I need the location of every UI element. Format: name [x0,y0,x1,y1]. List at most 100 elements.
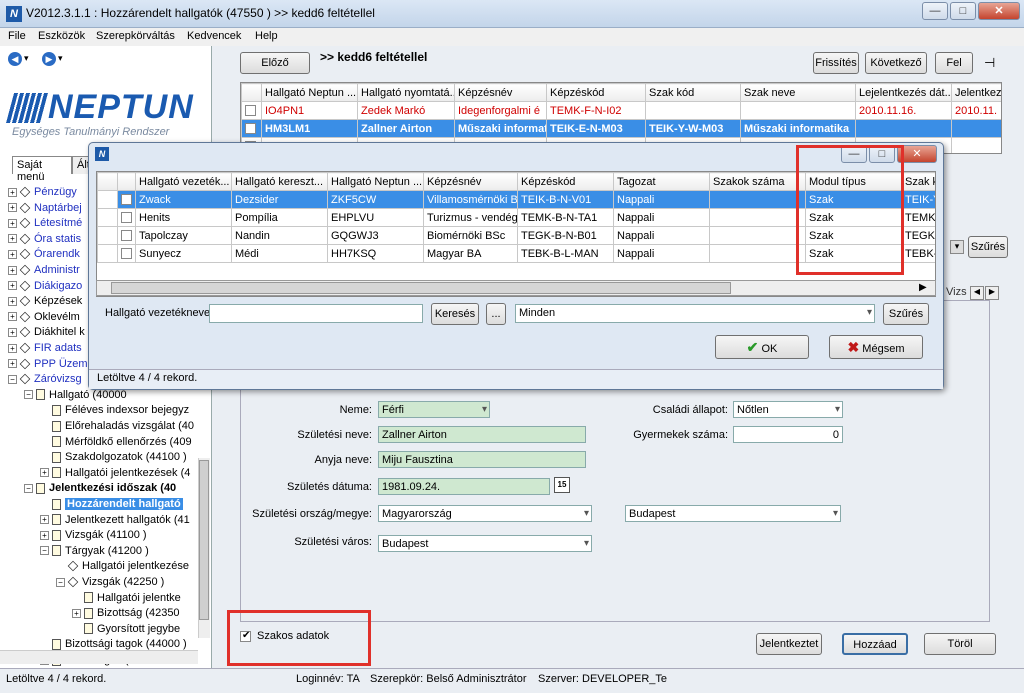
back-dropdown-icon[interactable]: ▾ [24,53,29,64]
tree-hscrollbar[interactable] [0,650,198,664]
expand-icon[interactable]: + [8,187,17,197]
tree-item[interactable]: + Vizsgák (41100 ) [40,527,147,543]
search-button[interactable]: Keresés [431,303,479,325]
expand-icon[interactable]: + [8,327,17,337]
tree-scrollbar-thumb[interactable] [199,460,209,620]
column-header[interactable]: Lejelentkezés dát... [855,83,952,102]
column-header[interactable]: Jelentkez [951,83,1001,102]
collapse-icon[interactable]: − [24,483,33,493]
filter-select[interactable]: Minden [515,304,875,323]
column-header[interactable]: Képzésnév [454,83,547,102]
forward-icon[interactable]: ▶ [42,52,56,66]
up-button[interactable]: Fel [935,52,973,74]
collapse-icon[interactable]: − [40,546,49,556]
column-header[interactable]: Képzéskód [546,83,646,102]
tree-item[interactable]: Előrehaladás vizsgálat (40 [40,418,194,434]
column-header[interactable]: Hallgató Neptun ... [261,83,358,102]
right-dropdown-icon[interactable]: ▾ [950,240,964,254]
tree-item[interactable]: − Vizsgák (42250 ) [56,574,164,590]
collapse-icon[interactable]: − [24,390,33,400]
row-select-cell[interactable] [117,226,136,245]
row-checkbox[interactable] [121,248,132,260]
tree-item[interactable]: + Naptárbej [8,200,82,216]
tree-item[interactable]: + Diákigazo [8,278,82,294]
right-filter-button[interactable]: Szűrés [968,236,1008,258]
row-select-cell[interactable] [117,190,136,209]
expand-icon[interactable]: + [8,296,17,306]
ellipsis-button[interactable]: ... [486,303,506,325]
tree-item[interactable]: + Hallgatói jelentkezések (4 [40,465,190,481]
tree-item[interactable]: + Képzések [8,293,82,309]
pin-icon[interactable]: ⊣ [984,55,995,71]
tree-item[interactable]: − Záróvizsg [8,371,82,387]
column-header[interactable]: Hallgató vezeték... [135,172,232,191]
mother-name-field[interactable]: Miju Fausztina [378,451,586,468]
expand-icon[interactable]: + [8,359,17,369]
expand-icon[interactable]: + [8,281,17,291]
expand-icon[interactable]: + [8,312,17,322]
table-row[interactable]: HM3LM1 Zallner Airton Műszaki informat TEIK… [241,119,1001,138]
minimize-button[interactable]: — [922,2,948,20]
column-header[interactable]: Tagozat [613,172,710,191]
row-checkbox[interactable] [121,194,132,206]
tree-item[interactable]: Hallgatói jelentke [72,590,181,606]
column-header[interactable]: Képzéskód [517,172,614,191]
birth-country-select[interactable]: Magyarország [378,505,592,522]
expand-icon[interactable]: + [8,234,17,244]
search-input[interactable] [209,304,423,323]
column-header[interactable]: Szak ko [901,172,935,191]
row-checkbox[interactable] [121,230,132,242]
ok-button[interactable]: ✔ OK [715,335,809,359]
column-header[interactable] [97,172,118,191]
menu-role-switch[interactable]: Szerepkörváltás [96,30,175,42]
tree-item[interactable]: + PPP Üzem [8,356,88,372]
register-button[interactable]: Jelentkeztet [756,633,822,655]
tree-item[interactable]: + Diákhitel k [8,324,85,340]
refresh-button[interactable]: Frissítés [813,52,859,74]
forward-dropdown-icon[interactable]: ▾ [58,53,63,64]
delete-button[interactable]: Töröl [924,633,996,655]
tab-exams-fragment[interactable]: Vizs [946,286,967,298]
cancel-button[interactable]: ✖ Mégsem [829,335,923,359]
marital-status-select[interactable]: Nőtlen [733,401,843,418]
column-header[interactable] [241,83,262,102]
dialog-filter-button[interactable]: Szűrés [883,303,929,325]
tree-item[interactable]: Hallgatói jelentkezése [56,558,189,574]
collapse-icon[interactable]: − [56,577,65,587]
expand-icon[interactable]: + [40,530,49,540]
menu-tools[interactable]: Eszközök [38,30,85,42]
tree-item[interactable]: + Pénzügy [8,184,77,200]
gender-select[interactable]: Férfi [378,401,490,418]
column-header[interactable]: Szak neve [740,83,856,102]
column-header[interactable]: Szakok száma [709,172,806,191]
column-header[interactable]: Szak kód [645,83,741,102]
menu-favorites[interactable]: Kedvencek [187,30,241,42]
table-row[interactable]: IO4PN1 Zedek Markó Idegenforgalmi é TEMK-F-… [241,101,1001,120]
menu-help[interactable]: Help [255,30,278,42]
tree-item[interactable]: + Létesítmé [8,215,82,231]
birthname-field[interactable]: Zallner Airton [378,426,586,443]
row-select-cell[interactable] [117,208,136,227]
expand-icon[interactable]: + [72,608,81,618]
tab-scroll-left-icon[interactable]: ◀ [970,286,984,300]
row-select-cell[interactable] [117,244,136,263]
tree-item[interactable]: Féléves indexsor bejegyz [40,402,189,418]
tree-item[interactable]: − Jelentkezési időszak (40 [24,480,176,496]
scroll-right-icon[interactable]: ▶ [919,282,927,293]
back-icon[interactable]: ◀ [8,52,22,66]
dialog-hscrollbar-thumb[interactable] [111,282,731,294]
tree-item[interactable]: + Órarendk [8,246,80,262]
expand-icon[interactable]: + [40,468,49,478]
tab-scroll-right-icon[interactable]: ▶ [985,286,999,300]
column-header[interactable]: Hallgató kereszt... [231,172,328,191]
collapse-icon[interactable]: − [8,374,17,384]
tree-item[interactable]: + Oklevélm [8,309,80,325]
birth-county-select[interactable]: Budapest [625,505,841,522]
expand-icon[interactable]: + [8,249,17,259]
tree-item[interactable]: Mérföldkő ellenőrzés (409 [40,434,192,450]
tree-item[interactable]: − Tárgyak (41200 ) [40,543,149,559]
row-checkbox[interactable] [245,123,256,135]
calendar-icon[interactable]: 15 [554,477,570,493]
birthdate-field[interactable]: 1981.09.24. [378,478,550,495]
close-button[interactable]: ✕ [978,2,1020,20]
